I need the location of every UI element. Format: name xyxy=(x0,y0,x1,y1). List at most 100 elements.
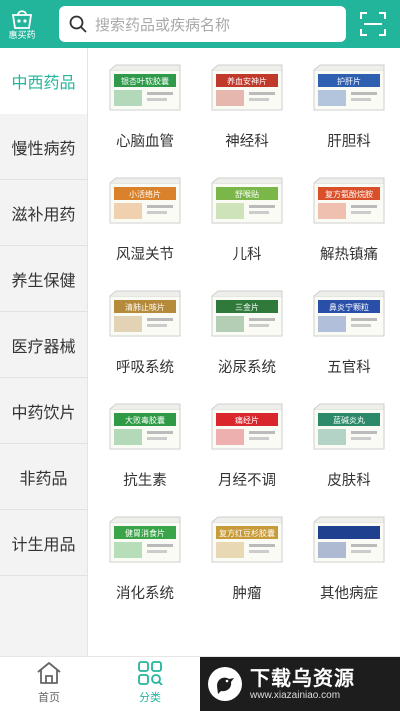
medicine-box-icon: 复方红豆杉胶囊 xyxy=(211,516,283,563)
medicine-box-icon: 清肺止咳片 xyxy=(109,290,181,337)
product-box-image: 鼻炎宁颗粒 xyxy=(312,284,386,346)
product-box-image: 复方氨酚烷胺 xyxy=(312,171,386,233)
box-title-text: 护肝片 xyxy=(337,76,361,86)
search-placeholder: 搜索药品或疾病名称 xyxy=(95,15,231,34)
sidebar-item-chronic-disease[interactable]: 慢性病药 xyxy=(0,114,87,180)
tab-category-label: 分类 xyxy=(139,691,161,704)
box-title-text: 健胃消食片 xyxy=(125,528,165,538)
medicine-box-icon: 舒喉贴 xyxy=(211,177,283,224)
product-box-image: 舒喉贴 xyxy=(210,171,284,233)
medicine-box-icon: 银杏叶软胶囊 xyxy=(109,64,181,111)
sidebar-item-family-planning[interactable]: 计生用品 xyxy=(0,510,87,576)
category-item[interactable]: 舒喉贴 儿科 xyxy=(196,165,298,278)
category-item[interactable]: 大败毒胶囊 抗生素 xyxy=(94,391,196,504)
category-label: 神经科 xyxy=(225,134,269,150)
product-box-image: 小活络片 xyxy=(108,171,182,233)
site-watermark: 下载乌资源 www.xiazainiao.com xyxy=(200,657,400,711)
app-logo[interactable]: 惠买药 xyxy=(0,0,44,48)
product-box-image xyxy=(312,510,386,572)
category-label: 皮肤科 xyxy=(327,473,371,489)
category-sidebar: 中西药品 慢性病药 滋补用药 养生保健 医疗器械 中药饮片 非药品 计生用品 xyxy=(0,48,88,656)
category-item[interactable]: 健胃消食片 消化系统 xyxy=(94,504,196,617)
category-item[interactable]: 护肝片 肝胆科 xyxy=(298,52,400,165)
sidebar-item-western-chinese-medicine[interactable]: 中西药品 xyxy=(0,48,87,114)
watermark-url: www.xiazainiao.com xyxy=(250,690,341,701)
search-input[interactable]: 搜索药品或疾病名称 xyxy=(59,6,346,42)
tab-home[interactable]: 首页 xyxy=(19,661,79,705)
medicine-box-icon: 护肝片 xyxy=(313,64,385,111)
product-box-image: 大败毒胶囊 xyxy=(108,397,182,459)
box-title-text: 银杏叶软胶囊 xyxy=(121,76,169,86)
watermark-logo xyxy=(208,667,242,701)
category-row: 清肺止咳片 呼吸系统 三金片 泌尿系统 鼻炎宁颗粒 五官科 xyxy=(94,278,400,391)
product-box-image: 三金片 xyxy=(210,284,284,346)
category-label: 肿瘤 xyxy=(232,586,262,602)
category-item[interactable]: 清肺止咳片 呼吸系统 xyxy=(94,278,196,391)
sidebar-item-medical-devices[interactable]: 医疗器械 xyxy=(0,312,87,378)
category-row: 小活络片 风湿关节 舒喉贴 儿科 复方氨酚烷胺 解热镇痛 xyxy=(94,165,400,278)
category-row: 健胃消食片 消化系统 复方红豆杉胶囊 肿瘤 其他病症 xyxy=(94,504,400,617)
category-item[interactable]: 复方氨酚烷胺 解热镇痛 xyxy=(298,165,400,278)
sidebar-item-health-care[interactable]: 养生保健 xyxy=(0,246,87,312)
sidebar-item-herbal-pieces[interactable]: 中药饮片 xyxy=(0,378,87,444)
tab-category[interactable]: 分类 xyxy=(120,661,180,705)
box-title-text: 痛经片 xyxy=(235,415,259,425)
category-item[interactable]: 痛经片 月经不调 xyxy=(196,391,298,504)
box-title-text: 鼻炎宁颗粒 xyxy=(329,302,369,312)
category-label: 肝胆科 xyxy=(327,134,371,150)
box-title-text: 复方氨酚烷胺 xyxy=(325,189,373,199)
product-box-image: 护肝片 xyxy=(312,58,386,120)
box-title-text: 三金片 xyxy=(235,302,259,312)
bird-logo-icon xyxy=(217,677,234,694)
sidebar-item-non-drug[interactable]: 非药品 xyxy=(0,444,87,510)
category-item[interactable]: 蓝碱炎丸 皮肤科 xyxy=(298,391,400,504)
category-label: 泌尿系统 xyxy=(218,360,276,376)
category-item[interactable]: 小活络片 风湿关节 xyxy=(94,165,196,278)
scan-icon[interactable] xyxy=(360,12,386,36)
medicine-box-icon: 蓝碱炎丸 xyxy=(313,403,385,450)
category-grid: 银杏叶软胶囊 心脑血管 养血安神片 神经科 护肝片 肝胆科 小活络片 风湿关节 舒喉贴 儿科 复方氨… xyxy=(94,52,400,617)
box-title-text: 蓝碱炎丸 xyxy=(333,415,365,425)
box-title-text: 大败毒胶囊 xyxy=(125,415,165,425)
category-label: 心脑血管 xyxy=(116,134,174,150)
product-box-image: 蓝碱炎丸 xyxy=(312,397,386,459)
logo-text: 惠买药 xyxy=(8,30,36,41)
box-title-text: 小活络片 xyxy=(129,189,161,199)
medicine-box-icon: 养血安神片 xyxy=(211,64,283,111)
box-title-text: 清肺止咳片 xyxy=(125,302,165,312)
medicine-box-icon: 痛经片 xyxy=(211,403,283,450)
category-label: 其他病症 xyxy=(320,586,378,602)
category-item[interactable]: 其他病症 xyxy=(298,504,400,617)
sidebar-item-tonic[interactable]: 滋补用药 xyxy=(0,180,87,246)
category-label: 呼吸系统 xyxy=(116,360,174,376)
category-label: 五官科 xyxy=(327,360,371,376)
category-item[interactable]: 养血安神片 神经科 xyxy=(196,52,298,165)
medicine-box-icon xyxy=(313,516,385,563)
medicine-box-icon: 大败毒胶囊 xyxy=(109,403,181,450)
category-row: 大败毒胶囊 抗生素 痛经片 月经不调 蓝碱炎丸 皮肤科 xyxy=(94,391,400,504)
search-icon xyxy=(69,15,87,33)
medicine-box-icon: 鼻炎宁颗粒 xyxy=(313,290,385,337)
medicine-box-icon: 小活络片 xyxy=(109,177,181,224)
category-item[interactable]: 三金片 泌尿系统 xyxy=(196,278,298,391)
medicine-box-icon: 健胃消食片 xyxy=(109,516,181,563)
product-box-image: 健胃消食片 xyxy=(108,510,182,572)
medicine-box-icon: 三金片 xyxy=(211,290,283,337)
product-box-image: 清肺止咳片 xyxy=(108,284,182,346)
category-item[interactable]: 鼻炎宁颗粒 五官科 xyxy=(298,278,400,391)
medicine-box-icon: 复方氨酚烷胺 xyxy=(313,177,385,224)
top-header: 惠买药 搜索药品或疾病名称 xyxy=(0,0,400,48)
product-box-image: 痛经片 xyxy=(210,397,284,459)
product-box-image: 复方红豆杉胶囊 xyxy=(210,510,284,572)
category-label: 风湿关节 xyxy=(116,247,174,263)
box-title-text: 复方红豆杉胶囊 xyxy=(219,528,275,538)
product-box-image: 银杏叶软胶囊 xyxy=(108,58,182,120)
category-item[interactable]: 复方红豆杉胶囊 肿瘤 xyxy=(196,504,298,617)
category-icon xyxy=(138,661,163,685)
category-label: 消化系统 xyxy=(116,586,174,602)
category-label: 月经不调 xyxy=(218,473,276,489)
category-label: 抗生素 xyxy=(123,473,167,489)
category-item[interactable]: 银杏叶软胶囊心脑血管 xyxy=(94,52,196,165)
watermark-title: 下载乌资源 xyxy=(250,666,355,690)
product-box-image: 养血安神片 xyxy=(210,58,284,120)
